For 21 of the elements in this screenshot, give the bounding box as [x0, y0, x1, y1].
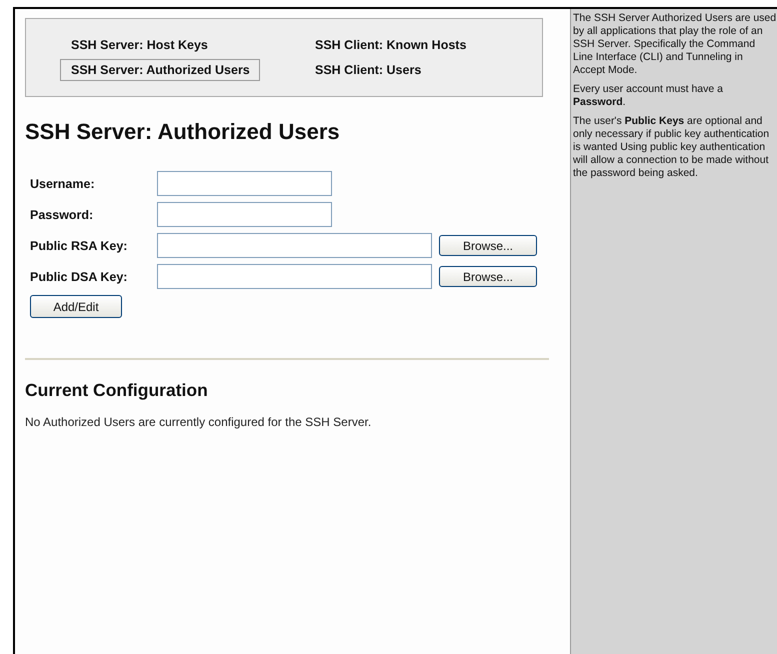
help-paragraph: The user's Public Keys are optional and only necessary if public key authentication is wanted Using public key authentication will allow a connection to be made without the password being asked. [573, 115, 770, 180]
nav-link[interactable]: SSH Server: Host Keys [60, 34, 218, 56]
file-path-field[interactable] [157, 233, 432, 258]
help-paragraph: Every user account must have a Password. [573, 83, 724, 109]
nav-link[interactable]: SSH Client: Known Hosts [304, 34, 476, 56]
section-heading: Current Configuration [25, 380, 209, 401]
browse-button[interactable]: Browse... [439, 235, 537, 256]
field-label: Password: [30, 208, 94, 222]
username-field[interactable] [157, 171, 332, 196]
add-edit-button[interactable]: Add/Edit [30, 295, 122, 318]
help-paragraph: The SSH Server Authorized Users are used by all applications that play the role of an SSH Server. Specifically the Command Line Interface (CLI) and Tunneling in Accept Mode. [573, 12, 777, 77]
browse-button[interactable]: Browse... [439, 266, 537, 287]
password-field[interactable] [157, 202, 332, 227]
field-label: Username: [30, 176, 96, 190]
status-message: No Authorized Users are currently configured for the SSH Server. [25, 415, 372, 429]
field-label: Public DSA Key: [30, 270, 128, 284]
nav-link[interactable]: SSH Client: Users [304, 59, 432, 81]
field-label: Public RSA Key: [30, 238, 128, 252]
file-path-field[interactable] [157, 264, 432, 289]
nav-link[interactable]: SSH Server: Authorized Users [60, 59, 260, 81]
page-title: SSH Server: Authorized Users [25, 119, 341, 145]
